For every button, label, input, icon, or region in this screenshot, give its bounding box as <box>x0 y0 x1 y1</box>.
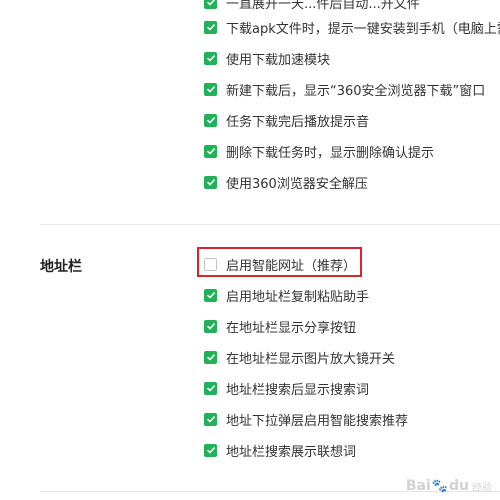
checkbox-checked-icon[interactable] <box>204 175 217 189</box>
checkbox-checked-icon[interactable] <box>204 51 217 65</box>
checkbox-option-delete-confirm[interactable]: 删除下载任务时，显示删除确认提示 <box>204 141 434 161</box>
option-label: 在地址栏显示分享按钮 <box>226 320 357 336</box>
watermark-text: du <box>449 478 469 494</box>
checkbox-checked-icon[interactable] <box>204 113 217 127</box>
checkbox-option-play-sound[interactable]: 任务下载完后播放提示音 <box>204 110 369 130</box>
section-title-address-bar: 地址栏 <box>40 259 82 275</box>
option-label: 任务下载完后播放提示音 <box>226 114 370 130</box>
checkbox-checked-icon[interactable] <box>204 144 217 158</box>
watermark-subtext: 经验 <box>472 482 492 494</box>
option-label: 使用360浏览器安全解压 <box>226 176 368 192</box>
option-label: 删除下载任务时，显示删除确认提示 <box>226 145 435 161</box>
option-label: 地址下拉弹层启用智能搜索推荐 <box>226 413 409 429</box>
checkbox-option-safe-unzip[interactable]: 使用360浏览器安全解压 <box>204 172 368 192</box>
checkbox-checked-icon[interactable] <box>204 319 217 333</box>
baidu-watermark: Bai 🐾 du 经验 <box>406 478 492 494</box>
option-label: 下载apk文件时，提示一键安装到手机（电脑上需 <box>226 21 500 37</box>
option-label: 在地址栏显示图片放大镜开关 <box>226 351 396 367</box>
option-label: 启用地址栏复制粘贴助手 <box>226 289 370 305</box>
checkbox-option-image-magnifier[interactable]: 在地址栏显示图片放大镜开关 <box>204 347 395 367</box>
watermark-text: Bai <box>405 478 431 494</box>
option-label: 使用下载加速模块 <box>226 52 331 68</box>
option-label: 地址栏搜索后显示搜索词 <box>226 382 370 398</box>
checkbox-option-share-button[interactable]: 在地址栏显示分享按钮 <box>204 316 356 336</box>
checkbox-option-download-accelerate[interactable]: 使用下载加速模块 <box>204 48 330 68</box>
checkbox-option-copy-paste-assistant[interactable]: 启用地址栏复制粘贴助手 <box>204 285 369 305</box>
checkbox-option-show-download-window[interactable]: 新建下载后，显示“360安全浏览器下载”窗口 <box>204 79 485 99</box>
checkbox-checked-icon[interactable] <box>204 20 217 34</box>
checkbox-option-download-open-file[interactable]: 一直展开一天...件后自动...开文件 <box>204 0 420 12</box>
checkbox-option-show-search-term[interactable]: 地址栏搜索后显示搜索词 <box>204 378 369 398</box>
option-label: 一直展开一天...件后自动...开文件 <box>226 0 420 12</box>
checkbox-option-smart-search-recommend[interactable]: 地址下拉弹层启用智能搜索推荐 <box>204 409 408 429</box>
checkbox-checked-icon[interactable] <box>204 0 217 9</box>
download-settings-section: 一直展开一天...件后自动...开文件 下载apk文件时，提示一键安装到手机（电… <box>0 0 500 224</box>
option-label: 地址栏搜索展示联想词 <box>226 444 357 460</box>
option-label: 新建下载后，显示“360安全浏览器下载”窗口 <box>226 83 486 99</box>
checkbox-checked-icon[interactable] <box>204 82 217 96</box>
highlight-box <box>197 247 362 277</box>
paw-icon: 🐾 <box>431 478 448 494</box>
checkbox-checked-icon[interactable] <box>204 350 217 364</box>
checkbox-option-apk-install-prompt[interactable]: 下载apk文件时，提示一键安装到手机（电脑上需 <box>204 17 500 37</box>
checkbox-checked-icon[interactable] <box>204 288 217 302</box>
checkbox-checked-icon[interactable] <box>204 443 217 457</box>
checkbox-checked-icon[interactable] <box>204 412 217 426</box>
checkbox-checked-icon[interactable] <box>204 381 217 395</box>
checkbox-option-suggestion-words[interactable]: 地址栏搜索展示联想词 <box>204 440 356 460</box>
